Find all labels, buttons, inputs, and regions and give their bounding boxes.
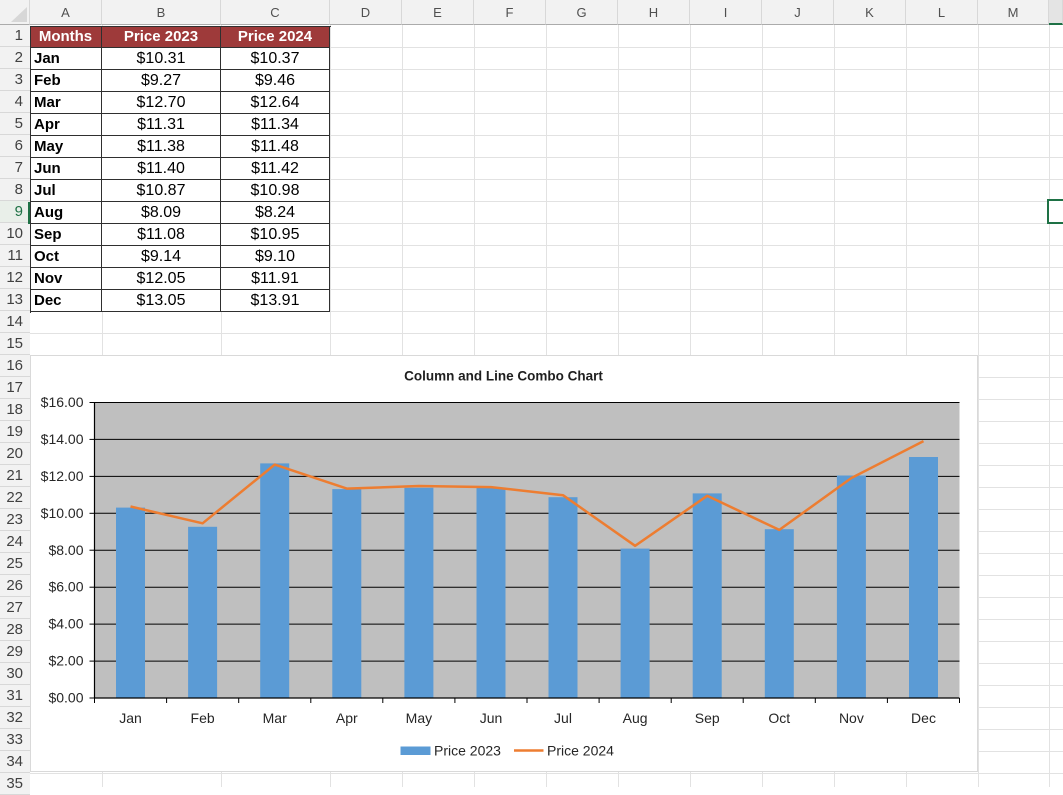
svg-text:Jan: Jan bbox=[119, 710, 142, 726]
svg-text:$14.00: $14.00 bbox=[41, 431, 84, 447]
svg-text:Oct: Oct bbox=[768, 710, 790, 726]
svg-text:May: May bbox=[406, 710, 432, 726]
svg-text:Feb: Feb bbox=[191, 710, 215, 726]
svg-text:Jul: Jul bbox=[554, 710, 572, 726]
svg-text:Sep: Sep bbox=[695, 710, 720, 726]
svg-text:$16.00: $16.00 bbox=[41, 394, 84, 410]
svg-text:Column and Line Combo Chart: Column and Line Combo Chart bbox=[404, 369, 603, 384]
svg-text:$10.00: $10.00 bbox=[41, 505, 84, 521]
svg-text:Price 2024: Price 2024 bbox=[547, 743, 614, 759]
svg-text:Aug: Aug bbox=[623, 710, 648, 726]
svg-text:Apr: Apr bbox=[336, 710, 358, 726]
svg-text:Jun: Jun bbox=[480, 710, 503, 726]
svg-text:Mar: Mar bbox=[263, 710, 287, 726]
svg-text:$2.00: $2.00 bbox=[48, 653, 83, 669]
svg-text:$4.00: $4.00 bbox=[48, 616, 83, 632]
svg-text:$0.00: $0.00 bbox=[48, 690, 83, 706]
svg-text:Price 2023: Price 2023 bbox=[434, 743, 501, 759]
svg-text:Nov: Nov bbox=[839, 710, 864, 726]
svg-text:$12.00: $12.00 bbox=[41, 468, 84, 484]
svg-text:$6.00: $6.00 bbox=[48, 579, 83, 595]
svg-text:Dec: Dec bbox=[911, 710, 936, 726]
svg-text:$8.00: $8.00 bbox=[48, 542, 83, 558]
